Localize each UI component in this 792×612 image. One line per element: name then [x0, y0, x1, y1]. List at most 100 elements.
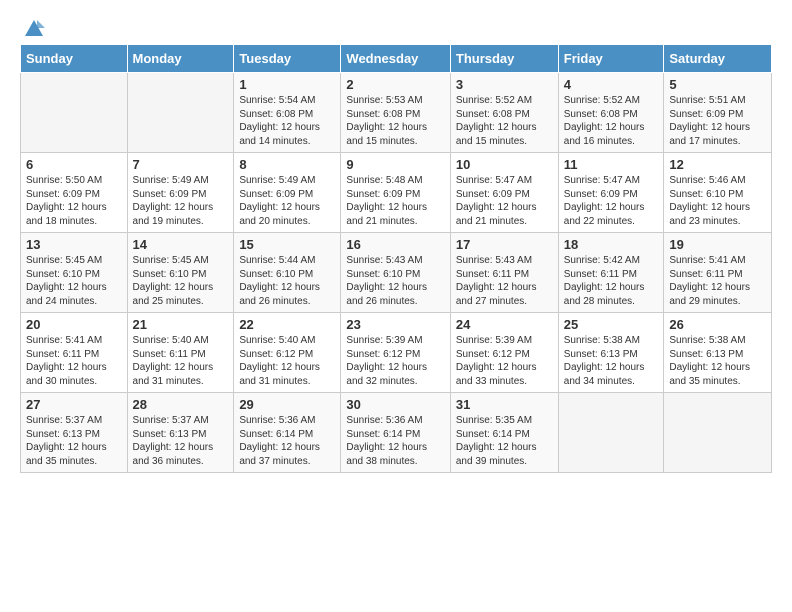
header-thursday: Thursday — [450, 45, 558, 73]
day-info: Sunrise: 5:45 AM Sunset: 6:10 PM Dayligh… — [26, 254, 122, 308]
day-info: Sunrise: 5:39 AM Sunset: 6:12 PM Dayligh… — [346, 334, 444, 388]
day-info: Sunrise: 5:48 AM Sunset: 6:09 PM Dayligh… — [346, 174, 444, 228]
day-info: Sunrise: 5:50 AM Sunset: 6:09 PM Dayligh… — [26, 174, 122, 228]
day-number: 24 — [456, 317, 553, 332]
day-number: 26 — [669, 317, 766, 332]
day-cell: 7 Sunrise: 5:49 AM Sunset: 6:09 PM Daylig… — [127, 153, 234, 233]
day-cell: 25Sunrise: 5:38 AM Sunset: 6:13 PM Dayli… — [558, 313, 664, 393]
day-cell: 26 Sunrise: 5:38 AM Sunset: 6:13 PM Dayli… — [664, 313, 772, 393]
day-cell: 6 Sunrise: 5:50 AM Sunset: 6:09 PM Daylig… — [21, 153, 128, 233]
day-info: Sunrise: 5:41 AM Sunset: 6:11 PM Dayligh… — [26, 334, 122, 388]
header — [20, 18, 772, 36]
day-number: 22 — [239, 317, 335, 332]
calendar-header-row: SundayMondayTuesdayWednesdayThursdayFrid… — [21, 45, 772, 73]
day-cell: 12Sunrise: 5:46 AM Sunset: 6:10 PM Dayli… — [664, 153, 772, 233]
day-cell: 19 Sunrise: 5:41 AM Sunset: 6:11 PM Dayli… — [664, 233, 772, 313]
day-cell: 4 Sunrise: 5:52 AM Sunset: 6:08 PM Daylig… — [558, 73, 664, 153]
day-number: 4 — [564, 77, 659, 92]
day-number: 2 — [346, 77, 444, 92]
day-info: Sunrise: 5:47 AM Sunset: 6:09 PM Dayligh… — [456, 174, 553, 228]
day-cell: 20 Sunrise: 5:41 AM Sunset: 6:11 PM Dayli… — [21, 313, 128, 393]
day-number: 30 — [346, 397, 444, 412]
day-cell: 30 Sunrise: 5:36 AM Sunset: 6:14 PM Dayli… — [341, 393, 450, 473]
day-cell — [558, 393, 664, 473]
day-number: 7 — [133, 157, 229, 172]
day-info: Sunrise: 5:36 AM Sunset: 6:14 PM Dayligh… — [346, 414, 444, 468]
day-info: Sunrise: 5:53 AM Sunset: 6:08 PM Dayligh… — [346, 94, 444, 148]
day-cell: 31 Sunrise: 5:35 AM Sunset: 6:14 PM Dayli… — [450, 393, 558, 473]
header-friday: Friday — [558, 45, 664, 73]
day-cell — [664, 393, 772, 473]
day-cell: 2 Sunrise: 5:53 AM Sunset: 6:08 PM Daylig… — [341, 73, 450, 153]
day-cell: 15 Sunrise: 5:44 AM Sunset: 6:10 PM Dayli… — [234, 233, 341, 313]
week-row-5: 27 Sunrise: 5:37 AM Sunset: 6:13 PM Dayli… — [21, 393, 772, 473]
logo — [20, 18, 45, 36]
day-cell: 28Sunrise: 5:37 AM Sunset: 6:13 PM Dayli… — [127, 393, 234, 473]
day-cell: 29Sunrise: 5:36 AM Sunset: 6:14 PM Dayli… — [234, 393, 341, 473]
day-cell: 8 Sunrise: 5:49 AM Sunset: 6:09 PM Daylig… — [234, 153, 341, 233]
day-info: Sunrise: 5:54 AM Sunset: 6:08 PM Dayligh… — [239, 94, 335, 148]
day-info: Sunrise: 5:51 AM Sunset: 6:09 PM Dayligh… — [669, 94, 766, 148]
day-cell: 11 Sunrise: 5:47 AM Sunset: 6:09 PM Dayli… — [558, 153, 664, 233]
day-info: Sunrise: 5:40 AM Sunset: 6:11 PM Dayligh… — [133, 334, 229, 388]
day-info: Sunrise: 5:43 AM Sunset: 6:10 PM Dayligh… — [346, 254, 444, 308]
day-number: 28 — [133, 397, 229, 412]
day-number: 15 — [239, 237, 335, 252]
day-cell: 22 Sunrise: 5:40 AM Sunset: 6:12 PM Dayli… — [234, 313, 341, 393]
day-number: 12 — [669, 157, 766, 172]
day-info: Sunrise: 5:36 AM Sunset: 6:14 PM Dayligh… — [239, 414, 335, 468]
day-number: 20 — [26, 317, 122, 332]
day-info: Sunrise: 5:43 AM Sunset: 6:11 PM Dayligh… — [456, 254, 553, 308]
day-cell: 14Sunrise: 5:45 AM Sunset: 6:10 PM Dayli… — [127, 233, 234, 313]
day-number: 19 — [669, 237, 766, 252]
day-number: 21 — [133, 317, 229, 332]
day-number: 9 — [346, 157, 444, 172]
day-info: Sunrise: 5:47 AM Sunset: 6:09 PM Dayligh… — [564, 174, 659, 228]
day-cell: 17 Sunrise: 5:43 AM Sunset: 6:11 PM Dayli… — [450, 233, 558, 313]
day-info: Sunrise: 5:42 AM Sunset: 6:11 PM Dayligh… — [564, 254, 659, 308]
page: SundayMondayTuesdayWednesdayThursdayFrid… — [0, 0, 792, 612]
header-wednesday: Wednesday — [341, 45, 450, 73]
day-number: 5 — [669, 77, 766, 92]
day-info: Sunrise: 5:49 AM Sunset: 6:09 PM Dayligh… — [133, 174, 229, 228]
day-number: 14 — [133, 237, 229, 252]
day-info: Sunrise: 5:52 AM Sunset: 6:08 PM Dayligh… — [564, 94, 659, 148]
day-number: 18 — [564, 237, 659, 252]
day-info: Sunrise: 5:37 AM Sunset: 6:13 PM Dayligh… — [26, 414, 122, 468]
week-row-3: 13Sunrise: 5:45 AM Sunset: 6:10 PM Dayli… — [21, 233, 772, 313]
day-cell: 16Sunrise: 5:43 AM Sunset: 6:10 PM Dayli… — [341, 233, 450, 313]
header-sunday: Sunday — [21, 45, 128, 73]
day-cell: 18 Sunrise: 5:42 AM Sunset: 6:11 PM Dayli… — [558, 233, 664, 313]
week-row-4: 20 Sunrise: 5:41 AM Sunset: 6:11 PM Dayli… — [21, 313, 772, 393]
header-monday: Monday — [127, 45, 234, 73]
day-info: Sunrise: 5:35 AM Sunset: 6:14 PM Dayligh… — [456, 414, 553, 468]
day-cell: 24 Sunrise: 5:39 AM Sunset: 6:12 PM Dayli… — [450, 313, 558, 393]
day-cell: 3 Sunrise: 5:52 AM Sunset: 6:08 PM Daylig… — [450, 73, 558, 153]
day-info: Sunrise: 5:44 AM Sunset: 6:10 PM Dayligh… — [239, 254, 335, 308]
day-number: 31 — [456, 397, 553, 412]
day-info: Sunrise: 5:40 AM Sunset: 6:12 PM Dayligh… — [239, 334, 335, 388]
day-number: 8 — [239, 157, 335, 172]
day-info: Sunrise: 5:52 AM Sunset: 6:08 PM Dayligh… — [456, 94, 553, 148]
day-info: Sunrise: 5:38 AM Sunset: 6:13 PM Dayligh… — [669, 334, 766, 388]
day-cell: 1 Sunrise: 5:54 AM Sunset: 6:08 PM Daylig… — [234, 73, 341, 153]
week-row-2: 6 Sunrise: 5:50 AM Sunset: 6:09 PM Daylig… — [21, 153, 772, 233]
day-cell: 5 Sunrise: 5:51 AM Sunset: 6:09 PM Daylig… — [664, 73, 772, 153]
day-cell: 23Sunrise: 5:39 AM Sunset: 6:12 PM Dayli… — [341, 313, 450, 393]
week-row-1: 1 Sunrise: 5:54 AM Sunset: 6:08 PM Daylig… — [21, 73, 772, 153]
day-number: 6 — [26, 157, 122, 172]
day-cell — [21, 73, 128, 153]
day-info: Sunrise: 5:39 AM Sunset: 6:12 PM Dayligh… — [456, 334, 553, 388]
day-number: 11 — [564, 157, 659, 172]
header-saturday: Saturday — [664, 45, 772, 73]
day-number: 17 — [456, 237, 553, 252]
day-number: 27 — [26, 397, 122, 412]
day-number: 10 — [456, 157, 553, 172]
day-number: 3 — [456, 77, 553, 92]
day-cell: 10 Sunrise: 5:47 AM Sunset: 6:09 PM Dayli… — [450, 153, 558, 233]
day-info: Sunrise: 5:49 AM Sunset: 6:09 PM Dayligh… — [239, 174, 335, 228]
day-info: Sunrise: 5:41 AM Sunset: 6:11 PM Dayligh… — [669, 254, 766, 308]
day-number: 1 — [239, 77, 335, 92]
calendar-table: SundayMondayTuesdayWednesdayThursdayFrid… — [20, 44, 772, 473]
day-cell: 27 Sunrise: 5:37 AM Sunset: 6:13 PM Dayli… — [21, 393, 128, 473]
